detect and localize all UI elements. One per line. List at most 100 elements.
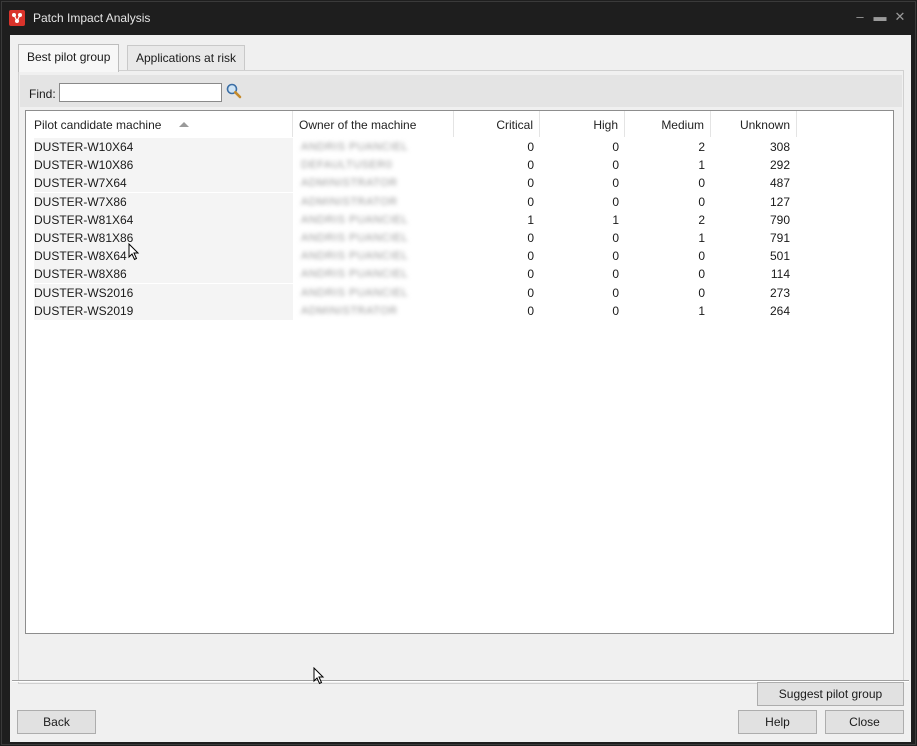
- cell-medium: 2: [698, 140, 705, 154]
- tab-strip: Best pilot group Applications at risk: [18, 44, 898, 72]
- cell-medium: 0: [698, 267, 705, 282]
- cell-owner: ANDRIS PUANCIEL: [301, 141, 409, 153]
- cell-unknown: 114: [770, 267, 790, 282]
- cell-high: 0: [612, 230, 619, 245]
- find-label: Find:: [29, 87, 56, 101]
- find-bar: Find:: [20, 75, 902, 107]
- cell-high: 1: [612, 212, 619, 227]
- cell-critical: 0: [527, 140, 534, 154]
- column-header-critical[interactable]: Critical: [454, 111, 540, 137]
- cell-unknown: 501: [769, 249, 790, 264]
- cell-medium: 0: [698, 285, 705, 300]
- close-icon[interactable]: ✕: [892, 8, 908, 26]
- column-header-high[interactable]: High: [540, 111, 625, 137]
- cell-machine: DUSTER-W8X86: [34, 265, 293, 284]
- cell-owner: ADMINISTRATOR: [301, 304, 398, 317]
- window-title: Patch Impact Analysis: [33, 11, 151, 25]
- cell-owner: ANDRIS PUANCIEL: [301, 268, 409, 281]
- cell-medium: 0: [698, 194, 705, 209]
- cell-critical: 0: [527, 230, 534, 245]
- cell-medium: 1: [698, 230, 705, 245]
- mouse-cursor-icon: [128, 243, 140, 261]
- cell-owner: ADMINISTRATOR: [301, 195, 398, 208]
- cell-high: 0: [612, 158, 619, 173]
- mouse-cursor-icon: [313, 667, 325, 685]
- tab-applications-at-risk[interactable]: Applications at risk: [127, 45, 246, 70]
- pilot-candidates-grid[interactable]: Pilot candidate machine Owner of the mac…: [25, 110, 894, 634]
- cell-machine: DUSTER-W8X64: [34, 247, 293, 266]
- cell-critical: 0: [527, 194, 534, 209]
- tab-best-pilot-group[interactable]: Best pilot group: [18, 44, 120, 72]
- cell-owner: ADMINISTRATOR: [301, 177, 398, 190]
- client-area: Best pilot group Applications at risk Fi…: [10, 35, 911, 742]
- cell-critical: 0: [527, 303, 534, 318]
- table-row[interactable]: DUSTER-W7X86 ADMINISTRATOR 0 0 0 127: [26, 192, 893, 211]
- search-icon[interactable]: [225, 82, 243, 100]
- grid-rows: DUSTER-W10X64 ANDRIS PUANCIEL 0 0 2 308 DUSTER…: [26, 138, 893, 320]
- cell-unknown: 292: [769, 158, 790, 173]
- cell-critical: 0: [527, 285, 534, 300]
- cell-high: 0: [612, 285, 619, 300]
- table-row[interactable]: DUSTER-W8X86 ANDRIS PUANCIEL 0 0 0 114: [26, 265, 893, 284]
- cell-critical: 0: [527, 267, 534, 282]
- cell-critical: 0: [527, 249, 534, 264]
- table-row[interactable]: DUSTER-W81X64 ANDRIS PUANCIEL 1 1 2 790: [26, 210, 893, 229]
- cell-unknown: 790: [769, 212, 790, 227]
- cell-unknown: 273: [769, 285, 790, 300]
- cell-owner: DEFAULTUSER0: [301, 159, 393, 172]
- table-row[interactable]: DUSTER-W8X64 ANDRIS PUANCIEL 0 0 0 501: [26, 247, 893, 266]
- patch-impact-window: Patch Impact Analysis ‒ ▬ ✕ Best pilot g…: [1, 1, 916, 745]
- maximize-icon[interactable]: ▬: [872, 8, 888, 26]
- cell-medium: 1: [698, 158, 705, 173]
- cell-machine: DUSTER-WS2016: [34, 283, 293, 302]
- table-row[interactable]: DUSTER-W10X64 ANDRIS PUANCIEL 0 0 2 308: [26, 138, 893, 156]
- table-row[interactable]: DUSTER-WS2019 ADMINISTRATOR 0 0 1 264: [26, 301, 893, 320]
- cell-machine: DUSTER-W81X86: [34, 228, 293, 247]
- cell-owner: ANDRIS PUANCIEL: [301, 250, 409, 263]
- table-row[interactable]: DUSTER-W81X86 ANDRIS PUANCIEL 0 0 1 791: [26, 228, 893, 247]
- cell-critical: 1: [527, 212, 534, 227]
- suggest-pilot-group-button[interactable]: Suggest pilot group: [757, 682, 904, 706]
- table-row[interactable]: DUSTER-W7X64 ADMINISTRATOR 0 0 0 487: [26, 174, 893, 193]
- back-button[interactable]: Back: [17, 710, 96, 734]
- cell-medium: 2: [698, 212, 705, 227]
- column-header-medium[interactable]: Medium: [625, 111, 711, 137]
- title-bar[interactable]: Patch Impact Analysis ‒ ▬ ✕: [2, 2, 915, 34]
- close-button[interactable]: Close: [825, 710, 904, 734]
- cell-unknown: 487: [769, 176, 790, 191]
- cell-machine: DUSTER-W7X86: [34, 192, 293, 211]
- app-icon: [9, 10, 25, 26]
- help-button[interactable]: Help: [738, 710, 817, 734]
- column-header-machine[interactable]: Pilot candidate machine: [26, 111, 293, 137]
- cell-unknown: 791: [769, 230, 790, 245]
- cell-unknown: 308: [769, 140, 790, 154]
- cell-high: 0: [612, 267, 619, 282]
- cell-medium: 1: [698, 303, 705, 318]
- cell-unknown: 127: [769, 194, 790, 209]
- column-header-unknown[interactable]: Unknown: [711, 111, 797, 137]
- cell-high: 0: [612, 176, 619, 191]
- cell-owner: ANDRIS PUANCIEL: [301, 286, 409, 299]
- sort-ascending-icon: [179, 122, 189, 127]
- cell-high: 0: [612, 194, 619, 209]
- cell-high: 0: [612, 249, 619, 264]
- cell-machine: DUSTER-W7X64: [34, 174, 293, 193]
- column-header-owner[interactable]: Owner of the machine: [293, 111, 454, 137]
- cell-medium: 0: [698, 249, 705, 264]
- minimize-icon[interactable]: ‒: [852, 8, 868, 26]
- cell-owner: ANDRIS PUANCIEL: [301, 213, 409, 226]
- cell-machine: DUSTER-WS2019: [34, 301, 293, 320]
- table-row[interactable]: DUSTER-WS2016 ANDRIS PUANCIEL 0 0 0 273: [26, 283, 893, 302]
- find-input[interactable]: [59, 83, 222, 102]
- cell-unknown: 264: [769, 303, 790, 318]
- cell-high: 0: [612, 140, 619, 154]
- cell-machine: DUSTER-W10X86: [34, 156, 293, 175]
- cell-medium: 0: [698, 176, 705, 191]
- table-row[interactable]: DUSTER-W10X86 DEFAULTUSER0 0 0 1 292: [26, 156, 893, 175]
- grid-header: Pilot candidate machine Owner of the mac…: [26, 111, 893, 137]
- footer-separator: [12, 680, 909, 682]
- cell-critical: 0: [527, 176, 534, 191]
- cell-machine: DUSTER-W10X64: [34, 138, 293, 156]
- cell-owner: ANDRIS PUANCIEL: [301, 231, 409, 244]
- tab-panel: Find: Pilot candidate machine Owner of t…: [18, 70, 904, 706]
